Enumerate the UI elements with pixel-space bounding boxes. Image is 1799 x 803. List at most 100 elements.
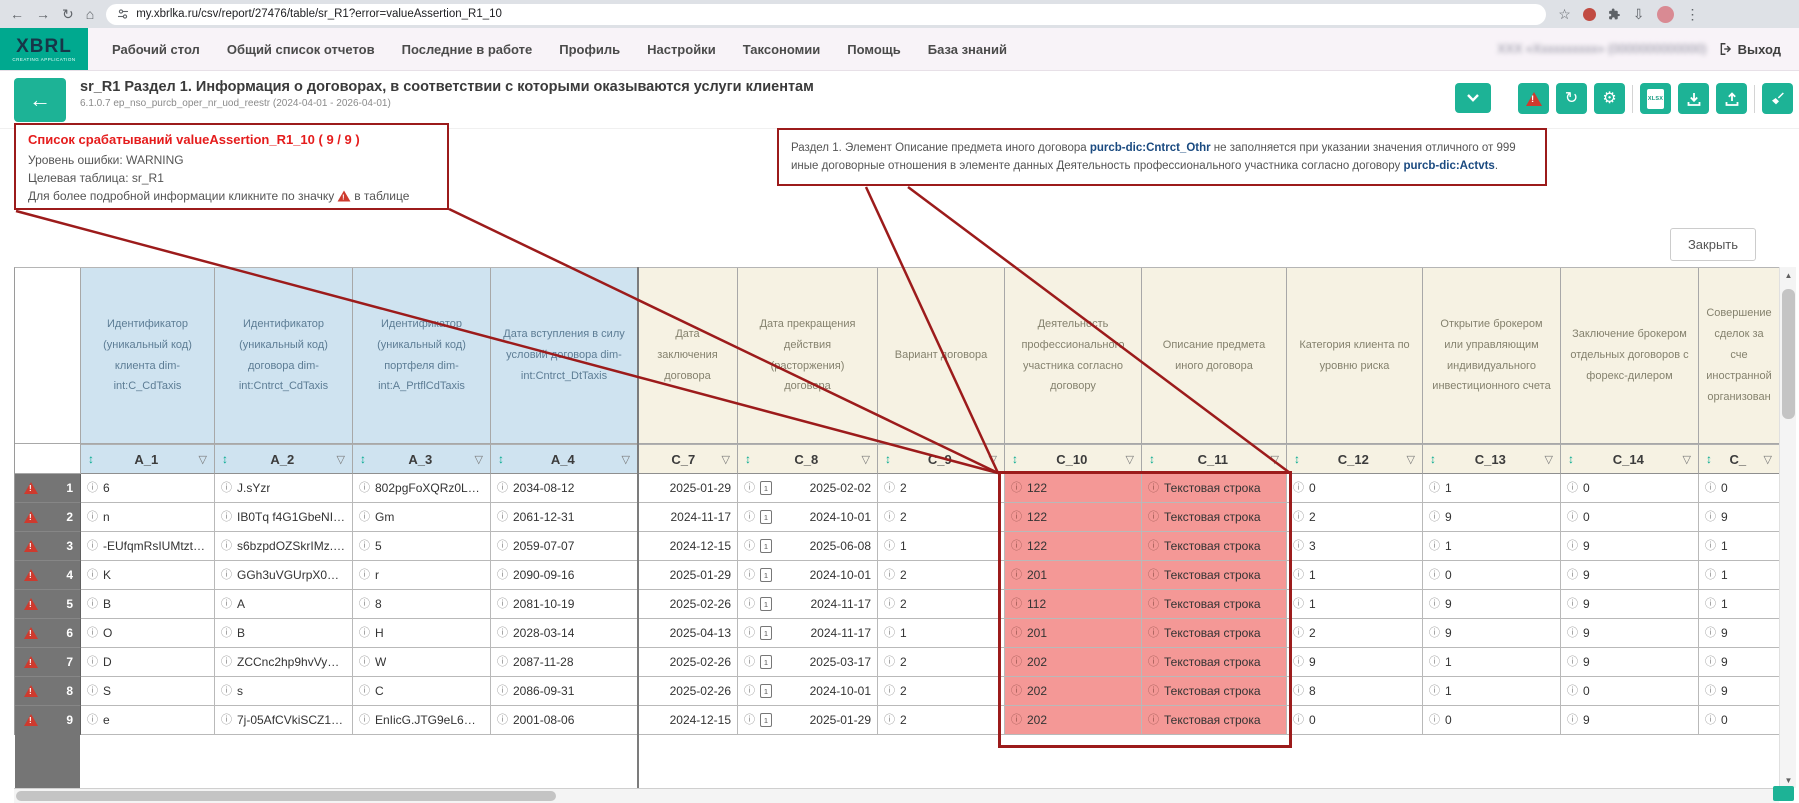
info-icon[interactable]: ⓘ — [87, 715, 98, 726]
info-icon[interactable]: ⓘ — [744, 657, 755, 668]
info-icon[interactable]: ⓘ — [744, 599, 755, 610]
cell-C_13-row-5[interactable]: ⓘ9 — [1423, 590, 1561, 619]
cell-C_8-row-4[interactable]: ⓘ12024-10-01 — [738, 561, 878, 590]
info-icon[interactable]: ⓘ — [744, 512, 755, 523]
info-icon[interactable]: ⓘ — [1293, 541, 1304, 552]
cell-C_14-row-4[interactable]: ⓘ9 — [1561, 561, 1699, 590]
logout-button[interactable]: Выход — [1719, 42, 1781, 57]
profile-avatar[interactable] — [1657, 6, 1674, 23]
cell-A_4-row-2[interactable]: ⓘ2061-12-31 — [491, 503, 638, 532]
info-icon[interactable]: ⓘ — [1429, 512, 1440, 523]
cell-C_11-row-3[interactable]: ⓘТекстовая строка — [1142, 532, 1287, 561]
cell-A_2-row-2[interactable]: ⓘIB0Tq f4G1GbeNI9EK... — [215, 503, 353, 532]
horizontal-scroll-thumb[interactable] — [16, 791, 556, 801]
cell-C_11-row-7[interactable]: ⓘТекстовая строка — [1142, 648, 1287, 677]
cell-C_8-row-2[interactable]: ⓘ12024-10-01 — [738, 503, 878, 532]
vertical-scrollbar[interactable]: ▲ ▼ — [1779, 267, 1796, 788]
cell-C_14-row-9[interactable]: ⓘ9 — [1561, 706, 1699, 735]
address-bar[interactable]: my.xbrlka.ru/csv/report/27476/table/sr_R… — [106, 4, 1546, 25]
info-icon[interactable]: ⓘ — [221, 483, 232, 494]
row-header-6[interactable]: 6 — [15, 619, 81, 648]
menu-item-desktop[interactable]: Рабочий стол — [112, 42, 200, 57]
info-icon[interactable]: ⓘ — [1705, 541, 1716, 552]
star-icon[interactable]: ☆ — [1558, 7, 1571, 21]
info-icon[interactable]: ⓘ — [1011, 483, 1022, 494]
cell-C_7-row-3[interactable]: 2024-12-15 — [638, 532, 738, 561]
info-icon[interactable]: ⓘ — [1011, 512, 1022, 523]
close-button[interactable]: Закрыть — [1670, 228, 1756, 261]
info-icon[interactable]: ⓘ — [1429, 657, 1440, 668]
cell-C_12-row-6[interactable]: ⓘ2 — [1287, 619, 1423, 648]
row-warning-icon[interactable] — [24, 598, 38, 610]
info-icon[interactable]: ⓘ — [221, 657, 232, 668]
info-icon[interactable]: ⓘ — [1429, 715, 1440, 726]
info-icon[interactable]: ⓘ — [359, 599, 370, 610]
filter-funnel-icon[interactable]: ▽ — [475, 453, 483, 466]
info-icon[interactable]: ⓘ — [1429, 541, 1440, 552]
info-icon[interactable]: ⓘ — [1148, 541, 1159, 552]
calendar-icon[interactable]: 1 — [760, 626, 772, 640]
info-icon[interactable]: ⓘ — [1293, 512, 1304, 523]
info-icon[interactable]: ⓘ — [359, 715, 370, 726]
cell-C_7-row-5[interactable]: 2025-02-26 — [638, 590, 738, 619]
filter-funnel-icon[interactable]: ▽ — [622, 453, 630, 466]
info-icon[interactable]: ⓘ — [1705, 628, 1716, 639]
cell-C_8-row-9[interactable]: ⓘ12025-01-29 — [738, 706, 878, 735]
cell-A_2-row-5[interactable]: ⓘA — [215, 590, 353, 619]
filter-funnel-icon[interactable]: ▽ — [989, 453, 997, 466]
info-icon[interactable]: ⓘ — [744, 483, 755, 494]
cell-A_4-row-6[interactable]: ⓘ2028-03-14 — [491, 619, 638, 648]
info-icon[interactable]: ⓘ — [884, 483, 895, 494]
cell-A_4-row-1[interactable]: ⓘ2034-08-12 — [491, 474, 638, 503]
cell-C_-row-4[interactable]: ⓘ1 — [1699, 561, 1780, 590]
cell-C_13-row-7[interactable]: ⓘ1 — [1423, 648, 1561, 677]
refresh-button[interactable]: ↻ — [1556, 83, 1587, 114]
info-icon[interactable]: ⓘ — [221, 599, 232, 610]
adblock-extension-icon[interactable] — [1583, 8, 1596, 21]
info-icon[interactable]: ⓘ — [87, 483, 98, 494]
info-icon[interactable]: ⓘ — [744, 715, 755, 726]
info-icon[interactable]: ⓘ — [1705, 657, 1716, 668]
info-icon[interactable]: ⓘ — [1705, 512, 1716, 523]
info-icon[interactable]: ⓘ — [1148, 686, 1159, 697]
info-icon[interactable]: ⓘ — [1011, 570, 1022, 581]
calendar-icon[interactable]: 1 — [760, 481, 772, 495]
menu-item-settings[interactable]: Настройки — [647, 42, 716, 57]
upload-button[interactable] — [1716, 83, 1747, 114]
info-icon[interactable]: ⓘ — [1429, 628, 1440, 639]
filter-funnel-icon[interactable]: ▽ — [1764, 453, 1772, 466]
info-icon[interactable]: ⓘ — [87, 599, 98, 610]
cell-A_4-row-8[interactable]: ⓘ2086-09-31 — [491, 677, 638, 706]
row-warning-icon[interactable] — [24, 714, 38, 726]
info-icon[interactable]: ⓘ — [221, 715, 232, 726]
info-icon[interactable]: ⓘ — [1011, 657, 1022, 668]
info-icon[interactable]: ⓘ — [1705, 570, 1716, 581]
cell-A_3-row-9[interactable]: ⓘEnIicG.JTG9eL6N7.38t... — [353, 706, 491, 735]
horizontal-scrollbar[interactable] — [14, 789, 1779, 803]
cell-A_3-row-7[interactable]: ⓘW — [353, 648, 491, 677]
cell-C_14-row-5[interactable]: ⓘ9 — [1561, 590, 1699, 619]
cell-C_11-row-4[interactable]: ⓘТекстовая строка — [1142, 561, 1287, 590]
cell-C_9-row-3[interactable]: ⓘ1 — [878, 532, 1005, 561]
row-header-8[interactable]: 8 — [15, 677, 81, 706]
info-icon[interactable]: ⓘ — [1148, 483, 1159, 494]
cell-C_7-row-8[interactable]: 2025-02-26 — [638, 677, 738, 706]
cell-C_-row-8[interactable]: ⓘ9 — [1699, 677, 1780, 706]
cell-A_2-row-4[interactable]: ⓘGGh3uVGUrpX0U7tz... — [215, 561, 353, 590]
row-header-5[interactable]: 5 — [15, 590, 81, 619]
column-code-cell-C_12[interactable]: ↕C_12▽ — [1287, 444, 1423, 474]
cell-C_12-row-9[interactable]: ⓘ0 — [1287, 706, 1423, 735]
info-icon[interactable]: ⓘ — [1293, 715, 1304, 726]
cell-C_13-row-3[interactable]: ⓘ1 — [1423, 532, 1561, 561]
info-icon[interactable]: ⓘ — [1293, 657, 1304, 668]
cell-A_4-row-5[interactable]: ⓘ2081-10-19 — [491, 590, 638, 619]
cell-C_10-row-7[interactable]: ⓘ202 — [1005, 648, 1142, 677]
row-warning-icon[interactable] — [24, 569, 38, 581]
cell-C_9-row-4[interactable]: ⓘ2 — [878, 561, 1005, 590]
cell-C_9-row-8[interactable]: ⓘ2 — [878, 677, 1005, 706]
calendar-icon[interactable]: 1 — [760, 597, 772, 611]
cell-C_12-row-4[interactable]: ⓘ1 — [1287, 561, 1423, 590]
filter-funnel-icon[interactable]: ▽ — [199, 453, 207, 466]
cell-C_-row-7[interactable]: ⓘ9 — [1699, 648, 1780, 677]
info-icon[interactable]: ⓘ — [1567, 686, 1578, 697]
